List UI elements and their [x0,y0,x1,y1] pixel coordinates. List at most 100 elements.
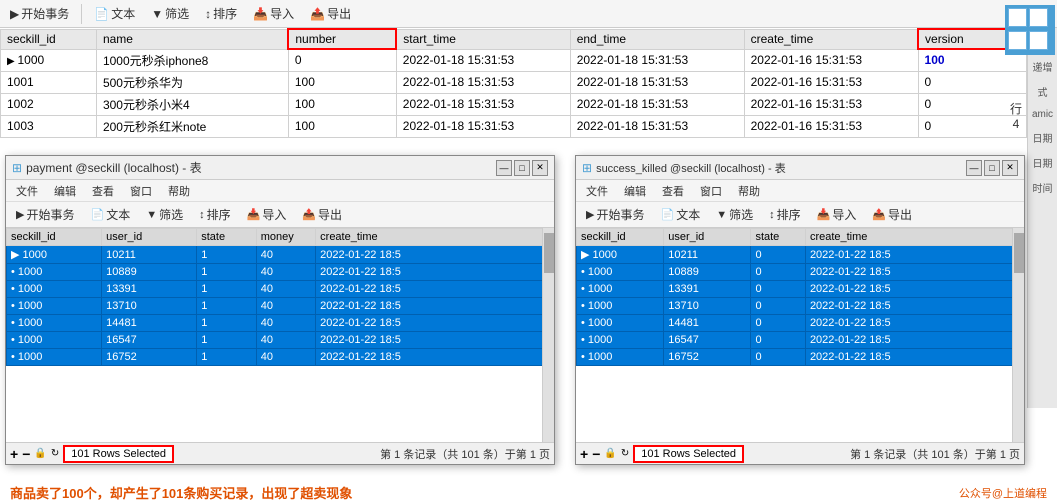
payment-menu-file[interactable]: 文件 [12,182,42,200]
payment-table-cell: 1 [197,332,256,349]
payment-col-money: money [256,229,315,246]
main-table-row[interactable]: 1002300元秒杀小米41002022-01-18 15:31:532022-… [1,93,1027,115]
main-table-cell: 2022-01-18 15:31:53 [570,49,744,71]
begin-transaction-btn[interactable]: ▶ 开始事务 [4,3,75,24]
filter-btn[interactable]: ▼ 筛选 [145,3,195,24]
payment-import[interactable]: 📥 导入 [241,204,293,225]
sk-table-cell: 2022-01-22 18:5 [805,315,1023,332]
sk-minimize-btn[interactable]: — [966,160,982,176]
import-btn[interactable]: 📥 导入 [247,3,300,24]
payment-sort[interactable]: ↕ 排序 [193,204,237,225]
payment-table-cell: 1 [197,281,256,298]
sort-label: 排序 [213,5,237,22]
sk-table-cell: • 1000 [577,349,664,366]
sk-import[interactable]: 📥 导入 [811,204,863,225]
sk-table-cell: 0 [751,298,806,315]
payment-refresh-btn[interactable]: ↻ [51,448,59,459]
main-table-cell: 0 [288,49,396,71]
sk-table-cell: 0 [751,349,806,366]
sk-add-btn[interactable]: + [580,446,588,462]
sk-menu-view[interactable]: 查看 [658,182,688,200]
payment-menu-view[interactable]: 查看 [88,182,118,200]
sk-menu-help[interactable]: 帮助 [734,182,764,200]
payment-scrollbar[interactable] [542,228,554,448]
export-icon: 📤 [310,7,325,21]
payment-table-cell: 1 [197,315,256,332]
sk-table-row[interactable]: • 10001339102022-01-22 18:5 [577,281,1024,298]
grid-icon [1005,5,1055,55]
payment-window-controls[interactable]: — □ ✕ [496,160,548,176]
sk-refresh-btn[interactable]: ↻ [621,448,629,459]
sk-scrollbar[interactable] [1012,228,1024,448]
sk-export[interactable]: 📤 导出 [866,204,918,225]
payment-menu-window[interactable]: 窗口 [126,182,156,200]
payment-window-title: payment @seckill (localhost) - 表 [26,159,202,176]
success-killed-titlebar: ⊞ success_killed @seckill (localhost) - … [576,156,1024,180]
payment-text[interactable]: 📄 文本 [84,204,136,225]
right-panel: DB 递增 式 amic 日期 日期 时间 [1027,28,1057,408]
sort-btn[interactable]: ↕ 排序 [199,3,243,24]
sk-scrollbar-thumb[interactable] [1014,233,1024,273]
sk-maximize-btn[interactable]: □ [984,160,1000,176]
payment-table-cell: 1 [197,246,256,264]
payment-add-btn[interactable]: + [10,446,18,462]
col-seckill_id: seckill_id [1,29,97,49]
sk-sort[interactable]: ↕ 排序 [763,204,807,225]
close-btn[interactable]: ✕ [532,160,548,176]
payment-table-row[interactable]: ▶ 1000102111402022-01-22 18:5 [7,246,554,264]
main-table-row[interactable]: 1001500元秒杀华为1002022-01-18 15:31:532022-0… [1,71,1027,93]
payment-rows-selected: 101 Rows Selected [63,445,174,463]
sk-table-row[interactable]: • 10001371002022-01-22 18:5 [577,298,1024,315]
sk-filter[interactable]: ▼ 筛选 [710,204,759,225]
sk-menu-edit[interactable]: 编辑 [620,182,650,200]
payment-begin-transaction[interactable]: ▶ 开始事务 [10,204,80,225]
payment-menubar: 文件 编辑 查看 窗口 帮助 [6,180,554,202]
main-table-cell: 2022-01-18 15:31:53 [570,71,744,93]
maximize-btn[interactable]: □ [514,160,530,176]
sk-delete-btn[interactable]: − [592,446,600,462]
sk-table-cell: 16752 [664,349,751,366]
text-btn[interactable]: 📄 文本 [88,3,141,24]
success-killed-title-left: ⊞ success_killed @seckill (localhost) - … [582,160,786,176]
col-number: number [288,29,396,49]
main-table-cell: 100 [288,115,396,137]
export-btn[interactable]: 📤 导出 [304,3,357,24]
sk-menu-window[interactable]: 窗口 [696,182,726,200]
payment-table-row[interactable]: • 1000137101402022-01-22 18:5 [7,298,554,315]
payment-export[interactable]: 📤 导出 [296,204,348,225]
sk-text[interactable]: 📄 文本 [654,204,706,225]
payment-table-row[interactable]: • 1000167521402022-01-22 18:5 [7,349,554,366]
payment-table-row[interactable]: • 1000133911402022-01-22 18:5 [7,281,554,298]
payment-filter[interactable]: ▼ 筛选 [140,204,189,225]
payment-menu-help[interactable]: 帮助 [164,182,194,200]
sk-col-create_time: create_time [805,229,1023,246]
minimize-btn[interactable]: — [496,160,512,176]
payment-table-cell: 40 [256,246,315,264]
payment-table-cell: 2022-01-22 18:5 [316,264,554,281]
sk-table-row[interactable]: • 10001675202022-01-22 18:5 [577,349,1024,366]
sk-menu-file[interactable]: 文件 [582,182,612,200]
sk-begin-transaction[interactable]: ▶ 开始事务 [580,204,650,225]
payment-table-row[interactable]: • 1000144811402022-01-22 18:5 [7,315,554,332]
sk-table-row[interactable]: ▶ 10001021102022-01-22 18:5 [577,246,1024,264]
sk-table-row[interactable]: • 10001448102022-01-22 18:5 [577,315,1024,332]
success-killed-controls[interactable]: — □ ✕ [966,160,1018,176]
payment-table-cell: 2022-01-22 18:5 [316,281,554,298]
payment-delete-btn[interactable]: − [22,446,30,462]
main-table-row[interactable]: 1003200元秒杀红米note1002022-01-18 15:31:5320… [1,115,1027,137]
payment-col-user_id: user_id [102,229,197,246]
payment-table-cell: • 1000 [7,332,102,349]
main-table-row[interactable]: ▶ 10001000元秒杀iphone802022-01-18 15:31:53… [1,49,1027,71]
payment-scrollbar-thumb[interactable] [544,233,554,273]
sk-table-row[interactable]: • 10001654702022-01-22 18:5 [577,332,1024,349]
payment-table-row[interactable]: • 1000165471402022-01-22 18:5 [7,332,554,349]
sk-table-cell: 0 [751,332,806,349]
sk-close-btn[interactable]: ✕ [1002,160,1018,176]
sk-table-row[interactable]: • 10001088902022-01-22 18:5 [577,264,1024,281]
payment-table-cell: 13391 [102,281,197,298]
payment-menu-edit[interactable]: 编辑 [50,182,80,200]
main-toolbar: ▶ 开始事务 📄 文本 ▼ 筛选 ↕ 排序 📥 导入 📤 导出 [0,0,1057,28]
grid-cell-4 [1029,31,1048,50]
payment-table-row[interactable]: • 1000108891402022-01-22 18:5 [7,264,554,281]
sk-col-seckill_id: seckill_id [577,229,664,246]
